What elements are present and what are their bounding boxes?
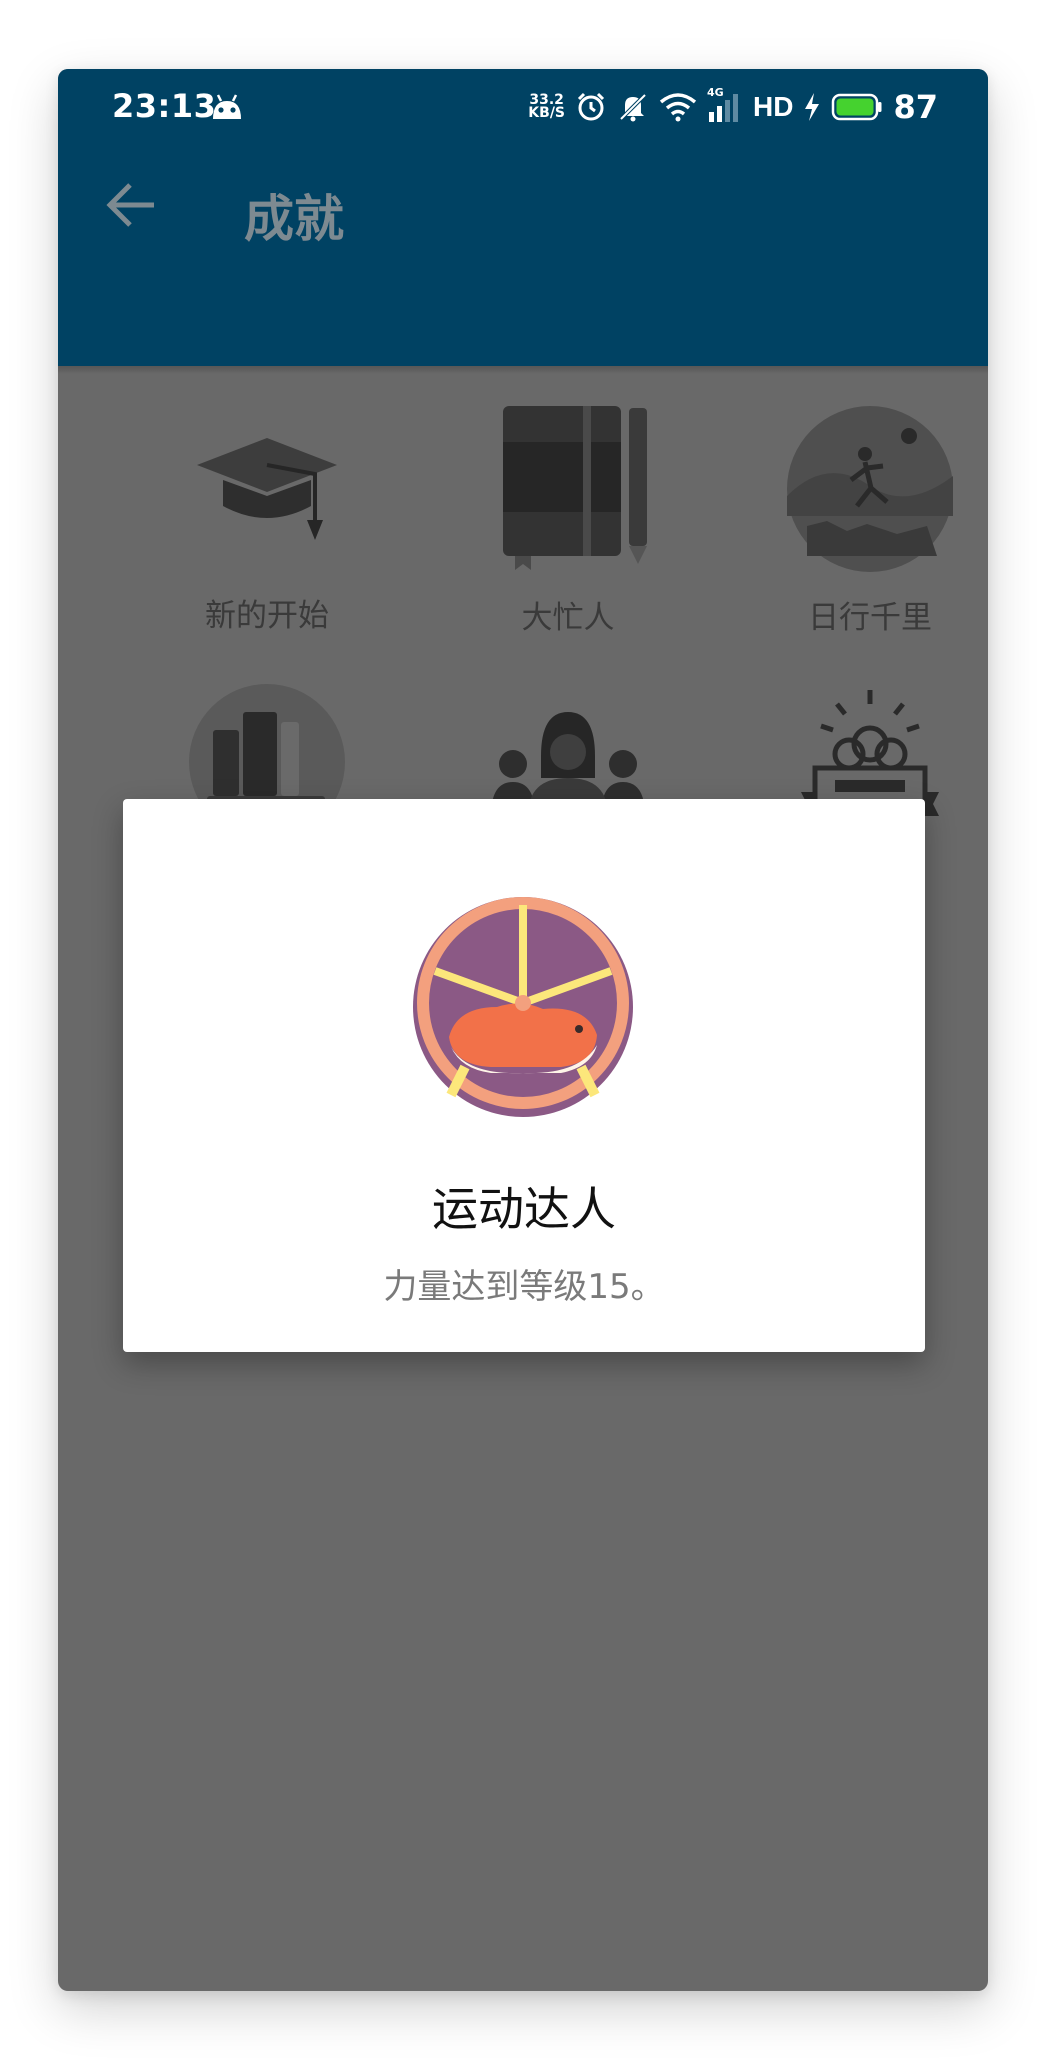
alarm-icon	[577, 92, 605, 121]
notebook-pencil-icon	[503, 406, 647, 570]
dialog-description: 力量达到等级15。	[383, 1267, 665, 1307]
achievement-label: 大忙人	[521, 600, 615, 636]
wifi-icon	[659, 93, 697, 122]
signal-icon: 4G	[707, 86, 743, 124]
arrow-left-icon[interactable]	[102, 175, 162, 235]
hd-label: HD	[753, 91, 794, 122]
achievement-label: 日行千里	[808, 600, 932, 636]
android-icon	[213, 94, 241, 119]
battery-icon	[832, 93, 882, 121]
status-icons: 33.2 KB/S 4G HD 87	[528, 85, 938, 129]
status-bar: 23:13 33.2 KB/S 4G HD 87	[58, 69, 988, 153]
hamster-wheel-icon	[413, 897, 633, 1117]
dialog-title: 运动达人	[432, 1182, 616, 1236]
achievement-item[interactable]: 新的开始	[117, 410, 417, 635]
graduation-cap-icon	[197, 438, 337, 540]
mute-icon	[619, 93, 647, 122]
achievement-item[interactable]: 日行千里	[720, 406, 988, 637]
status-time: 23:13	[112, 87, 217, 125]
runner-icon	[787, 406, 953, 572]
network-speed-unit: KB/S	[528, 105, 566, 121]
achievement-label: 新的开始	[205, 598, 329, 634]
page-title: 成就	[244, 190, 344, 248]
battery-level: 87	[893, 88, 938, 126]
achievement-dialog[interactable]: 运动达人 力量达到等级15。	[123, 799, 925, 1352]
phone-screen: 23:13 33.2 KB/S 4G HD 87 成就 新的开始 大忙人 日行千…	[58, 69, 988, 1991]
charging-icon	[805, 93, 820, 121]
app-toolbar	[58, 153, 988, 366]
toolbar-shadow	[58, 366, 988, 374]
network-speed: 33.2 KB/S	[528, 93, 566, 121]
achievement-item[interactable]: 大忙人	[418, 402, 718, 637]
